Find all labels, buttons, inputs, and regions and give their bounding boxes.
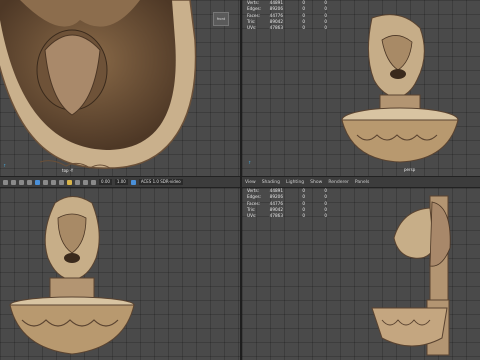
maya-workspace: front top -Y ↑ Verts: 44891 0 0 Edges: 89206… — [0, 0, 480, 360]
menu-panels[interactable]: Panels — [355, 180, 369, 185]
viewport-side[interactable]: Verts: 44891 0 0 Edges: 89206 0 0 Faces: 44776 0… — [242, 188, 480, 360]
viewport-front[interactable] — [0, 188, 240, 360]
panel-menu-bar: View Shading Lighting Show Renderer Pane… — [245, 180, 369, 185]
bookmark-icon[interactable] — [19, 179, 24, 185]
lock-camera-icon[interactable] — [11, 179, 16, 185]
fountain-top-view — [0, 0, 197, 169]
grid-icon[interactable] — [35, 179, 40, 185]
lights-icon[interactable] — [83, 179, 88, 185]
viewport-toolbar-left: 0.00 1.00 ACES 1.0 SDR-video — [0, 176, 240, 188]
viewport-toolbar-right: View Shading Lighting Show Renderer Pane… — [242, 176, 480, 188]
resolution-gate-icon[interactable] — [51, 179, 56, 185]
menu-shading[interactable]: Shading — [262, 180, 280, 185]
wireframe-icon[interactable] — [59, 179, 64, 185]
image-plane-icon[interactable] — [27, 179, 32, 185]
viewport-top[interactable]: front top -Y ↑ — [0, 0, 240, 176]
menu-view[interactable]: View — [245, 180, 256, 185]
select-camera-icon[interactable] — [3, 179, 8, 185]
view-transform-select[interactable]: ACES 1.0 SDR-video — [138, 179, 183, 185]
camera-label: top -Y — [62, 168, 74, 173]
gamma-field[interactable]: 1.00 — [114, 179, 128, 185]
menu-renderer[interactable]: Renderer — [328, 180, 349, 185]
viewport-persp[interactable]: Verts: 44891 0 0 Edges: 89206 0 0 Faces: 44776 0… — [242, 0, 480, 176]
textured-icon[interactable] — [75, 179, 80, 185]
fountain-front-view — [9, 196, 135, 355]
axis-indicator-icon: ↑ — [248, 160, 252, 165]
film-gate-icon[interactable] — [43, 179, 48, 185]
exposure-field[interactable]: 0.00 — [99, 179, 112, 185]
shadows-icon[interactable] — [91, 179, 96, 185]
poly-count-hud: Verts: 44891 0 0 Edges: 89206 0 0 Faces: 44776 0… — [247, 188, 327, 219]
menu-lighting[interactable]: Lighting — [286, 180, 304, 185]
poly-count-hud: Verts: 44891 0 0 Edges: 89206 0 0 Faces: 44776 0… — [247, 0, 327, 31]
color-management-icon[interactable] — [130, 179, 136, 185]
smooth-shade-icon[interactable] — [67, 179, 72, 185]
axis-indicator-icon: ↑ — [3, 163, 7, 168]
camera-label: persp — [404, 167, 416, 172]
camera-button[interactable]: front — [213, 12, 229, 26]
menu-show[interactable]: Show — [310, 180, 322, 185]
